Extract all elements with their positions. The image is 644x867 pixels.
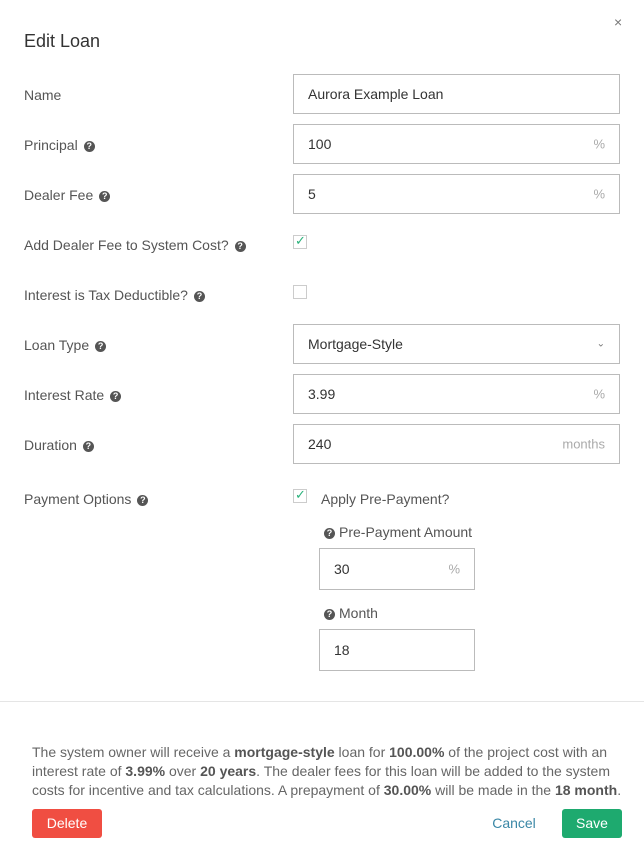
duration-label-text: Duration bbox=[24, 437, 77, 453]
principal-unit: % bbox=[593, 136, 605, 152]
summary-text: will be made in the bbox=[431, 782, 555, 798]
principal-label-text: Principal bbox=[24, 137, 78, 153]
summary-duration: 20 years bbox=[200, 763, 257, 779]
interest-rate-input[interactable]: 3.99 % bbox=[293, 374, 620, 414]
interest-deductible-label: Interest is Tax Deductible?? bbox=[24, 287, 205, 303]
cancel-button[interactable]: Cancel bbox=[488, 809, 540, 838]
name-value: Aurora Example Loan bbox=[308, 86, 444, 102]
dealer-fee-value: 5 bbox=[308, 186, 316, 202]
save-button[interactable]: Save bbox=[562, 809, 622, 838]
loan-type-select[interactable]: Mortgage-Style ⌄ bbox=[293, 324, 620, 364]
summary-prepayment-amount: 30.00% bbox=[383, 782, 432, 798]
help-icon[interactable]: ? bbox=[99, 190, 111, 202]
help-icon[interactable]: ? bbox=[82, 440, 94, 452]
summary-interest-rate: 3.99% bbox=[125, 763, 166, 779]
name-row: Name Aurora Example Loan bbox=[24, 74, 622, 116]
help-icon[interactable]: ? bbox=[324, 608, 335, 620]
duration-input[interactable]: 240 months bbox=[293, 424, 620, 464]
prepayment-amount-unit: % bbox=[448, 561, 460, 577]
summary-text: loan for bbox=[334, 744, 390, 760]
loan-summary: The system owner will receive a mortgage… bbox=[32, 743, 622, 800]
prepayment-amount-value: 30 bbox=[334, 561, 350, 577]
help-icon[interactable]: ? bbox=[193, 290, 205, 302]
help-icon[interactable]: ? bbox=[95, 340, 107, 352]
summary-text: . bbox=[617, 782, 622, 798]
apply-prepayment-checkbox[interactable]: ✓ bbox=[293, 487, 307, 503]
payment-options-label: Payment Options? bbox=[24, 491, 149, 507]
add-dealer-fee-label-text: Add Dealer Fee to System Cost? bbox=[24, 237, 229, 253]
principal-label: Principal? bbox=[24, 137, 95, 153]
principal-input[interactable]: 100 % bbox=[293, 124, 620, 164]
help-icon[interactable]: ? bbox=[234, 240, 246, 252]
payment-options-row: Payment Options? ✓ Apply Pre-Payment? bbox=[24, 478, 622, 520]
interest-deductible-checkbox[interactable] bbox=[293, 285, 307, 299]
help-icon[interactable]: ? bbox=[110, 390, 122, 402]
interest-rate-row: Interest Rate? 3.99 % bbox=[24, 374, 622, 416]
principal-row: Principal? 100 % bbox=[24, 124, 622, 166]
dealer-fee-label-text: Dealer Fee bbox=[24, 187, 94, 203]
delete-button[interactable]: Delete bbox=[32, 809, 102, 838]
duration-value: 240 bbox=[308, 436, 332, 452]
loan-type-value: Mortgage-Style bbox=[308, 336, 403, 352]
summary-principal: 100.00% bbox=[389, 744, 445, 760]
dealer-fee-unit: % bbox=[593, 186, 605, 202]
help-icon[interactable]: ? bbox=[137, 494, 149, 506]
loan-type-label-text: Loan Type bbox=[24, 337, 90, 353]
help-icon[interactable]: ? bbox=[83, 140, 95, 152]
dealer-fee-input[interactable]: 5 % bbox=[293, 174, 620, 214]
month-value: 18 bbox=[334, 642, 350, 658]
duration-label: Duration? bbox=[24, 437, 94, 453]
footer-divider bbox=[0, 701, 644, 702]
summary-loan-type: mortgage-style bbox=[234, 744, 335, 760]
interest-deductible-label-text: Interest is Tax Deductible? bbox=[24, 287, 188, 303]
interest-deductible-row: Interest is Tax Deductible?? bbox=[24, 274, 622, 316]
summary-text: over bbox=[165, 763, 201, 779]
check-icon: ✓ bbox=[295, 233, 306, 248]
month-label: ? Month bbox=[324, 605, 378, 621]
interest-rate-label-text: Interest Rate bbox=[24, 387, 105, 403]
loan-type-label: Loan Type? bbox=[24, 337, 107, 353]
month-input[interactable]: 18 bbox=[319, 629, 475, 671]
duration-row: Duration? 240 months bbox=[24, 424, 622, 466]
interest-rate-label: Interest Rate? bbox=[24, 387, 122, 403]
principal-value: 100 bbox=[308, 136, 332, 152]
add-dealer-fee-label: Add Dealer Fee to System Cost?? bbox=[24, 237, 246, 253]
add-dealer-fee-row: Add Dealer Fee to System Cost?? ✓ bbox=[24, 224, 622, 266]
add-dealer-fee-checkbox[interactable]: ✓ bbox=[293, 233, 307, 249]
dealer-fee-label: Dealer Fee? bbox=[24, 187, 111, 203]
name-label: Name bbox=[24, 87, 62, 103]
chevron-down-icon: ⌄ bbox=[596, 338, 605, 350]
prepayment-amount-input[interactable]: 30 % bbox=[319, 548, 475, 590]
dealer-fee-row: Dealer Fee? 5 % bbox=[24, 174, 622, 216]
payment-options-label-text: Payment Options bbox=[24, 491, 132, 507]
month-label-text: Month bbox=[339, 605, 378, 621]
apply-prepayment-label: Apply Pre-Payment? bbox=[321, 491, 450, 507]
duration-unit: months bbox=[562, 436, 605, 452]
summary-prepayment-month: 18 month bbox=[554, 782, 618, 798]
check-icon: ✓ bbox=[295, 487, 306, 502]
prepayment-amount-label-text: Pre-Payment Amount bbox=[339, 524, 473, 540]
close-icon[interactable]: × bbox=[614, 14, 622, 30]
interest-rate-unit: % bbox=[593, 386, 605, 402]
summary-text: The system owner will receive a bbox=[32, 744, 235, 760]
interest-rate-value: 3.99 bbox=[308, 386, 336, 402]
loan-type-row: Loan Type? Mortgage-Style ⌄ bbox=[24, 324, 622, 366]
dialog-title: Edit Loan bbox=[24, 31, 101, 51]
prepayment-amount-label: ? Pre-Payment Amount bbox=[324, 524, 472, 540]
name-input[interactable]: Aurora Example Loan bbox=[293, 74, 620, 114]
help-icon[interactable]: ? bbox=[324, 527, 335, 539]
